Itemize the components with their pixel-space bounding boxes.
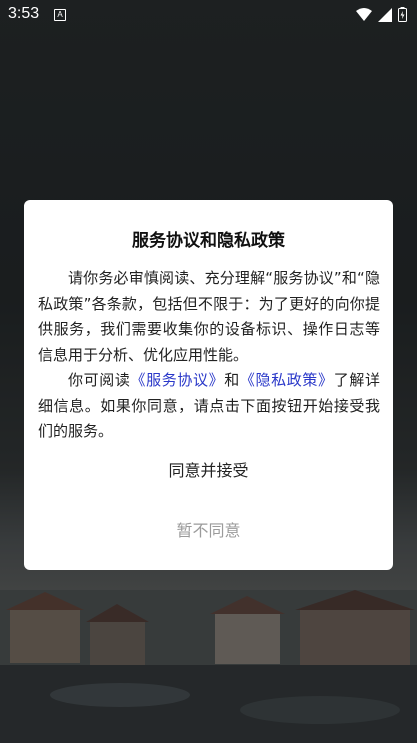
status-time: 3:53: [8, 5, 40, 22]
paragraph-2-prefix: 你可阅读: [68, 371, 131, 389]
signal-icon: [378, 7, 392, 22]
agreement-dialog: 服务协议和隐私政策 请你务必审慎阅读、充分理解“服务协议”和“隐私政策”各条款，…: [24, 200, 393, 570]
dialog-title: 服务协议和隐私政策: [132, 231, 285, 251]
wifi-icon: [356, 7, 372, 21]
dialog-paragraph-1: 请你务必审慎阅读、充分理解“服务协议”和“隐私政策”各条款，包括但不限于：为了更…: [38, 269, 380, 364]
dialog-paragraph-2: 你可阅读《服务协议》和《隐私政策》了解详细信息。如果你同意，请点击下面按钮开始接…: [38, 368, 380, 445]
battery-icon: [398, 7, 407, 22]
paragraph-2-and: 和: [224, 371, 240, 389]
dialog-body: 请你务必审慎阅读、充分理解“服务协议”和“隐私政策”各条款，包括但不限于：为了更…: [38, 266, 380, 445]
notification-app-icon: A: [54, 9, 66, 21]
privacy-policy-link[interactable]: 《隐私政策》: [240, 371, 334, 389]
service-agreement-link[interactable]: 《服务协议》: [131, 371, 225, 389]
agree-button[interactable]: 同意并接受: [24, 448, 393, 494]
disagree-button[interactable]: 暂不同意: [24, 508, 393, 554]
status-bar: 3:53 A: [0, 0, 417, 30]
